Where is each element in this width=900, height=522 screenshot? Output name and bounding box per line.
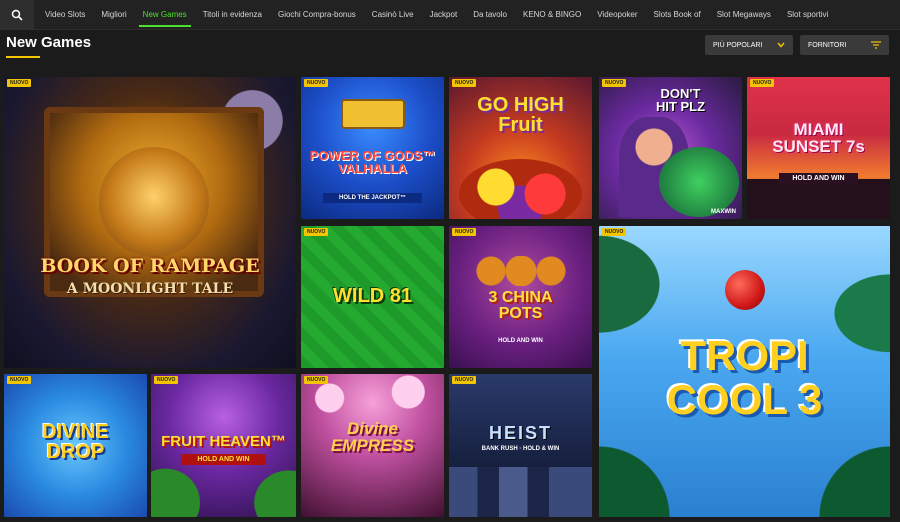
nav-item-slot-megaways[interactable]: Slot Megaways (709, 0, 779, 30)
leaves-art (659, 147, 739, 217)
city-art (449, 467, 592, 517)
new-badge: NUOVO (7, 79, 32, 87)
apple-art (725, 270, 765, 310)
new-badge: NUOVO (602, 228, 627, 236)
game-title: POWER OF GODS™ VALHALLA (309, 148, 436, 176)
new-badge: NUOVO (750, 79, 775, 87)
bull-head (99, 147, 209, 257)
nav-item-slot-sportivi[interactable]: Slot sportivi (779, 0, 836, 30)
game-tile-3-china-pots[interactable]: NUOVO 3 CHINA POTS HOLD AND WIN (449, 226, 592, 368)
game-tile-heist-bank-rush[interactable]: NUOVO HEIST BANK RUSH · HOLD & WIN (449, 374, 592, 517)
game-tile-divine-empress[interactable]: NUOVO Divine EMPRESS (301, 374, 444, 517)
new-badge: NUOVO (602, 79, 627, 87)
chevron-down-icon (777, 42, 785, 48)
game-subtitle: HOLD AND WIN (498, 338, 543, 344)
game-tile-dont-hit-plz[interactable]: NUOVO DON'T HIT PLZ MAXWIN (599, 77, 742, 219)
nav-item-video-slots[interactable]: Video Slots (34, 0, 93, 30)
page-title: New Games (6, 34, 92, 51)
filter-icon (871, 41, 881, 49)
new-badge: NUOVO (304, 376, 329, 384)
providers-filter-button[interactable]: FORNITORI (800, 35, 889, 55)
title-underline (6, 56, 40, 58)
sort-dropdown-label: PIÙ POPOLARI (713, 41, 763, 49)
game-title: GO HIGH Fruit (477, 94, 564, 136)
new-badge: NUOVO (452, 79, 477, 87)
game-tile-wild-81[interactable]: NUOVO WILD 81 (301, 226, 444, 368)
pots-art (471, 256, 571, 286)
game-subtitle: HOLD THE JACKPOT™ (323, 193, 422, 203)
game-tile-divine-drop[interactable]: NUOVO DIVINE DROP (4, 374, 147, 517)
game-title: FRUIT HEAVEN™ (161, 433, 286, 450)
new-badge: NUOVO (7, 376, 32, 384)
game-tile-miami-sunset-7s[interactable]: NUOVO MIAMI SUNSET 7s HOLD AND WIN (747, 77, 890, 219)
category-nav: Video Slots Migliori New Games Titoli in… (0, 0, 900, 30)
nav-item-slots-book-of[interactable]: Slots Book of (646, 0, 709, 30)
game-tile-fruit-heaven[interactable]: NUOVO FRUIT HEAVEN™ HOLD AND WIN (151, 374, 296, 517)
sort-dropdown[interactable]: PIÙ POPOLARI (705, 35, 793, 55)
nav-item-casino-live[interactable]: Casinò Live (364, 0, 422, 30)
hammer-art (341, 99, 405, 129)
game-title: 3 CHINA POTS (488, 289, 553, 322)
game-title: BOOK OF RAMPAGE (40, 255, 260, 277)
game-tile-power-of-gods-valhalla[interactable]: NUOVO POWER OF GODS™ VALHALLA HOLD THE J… (301, 77, 444, 219)
game-title: DIVINE DROP (42, 421, 109, 463)
game-title: Divine EMPRESS (330, 419, 415, 455)
provider-logo: MAXWIN (711, 209, 736, 215)
palm-art (747, 179, 890, 219)
game-tile-go-high-fruit[interactable]: NUOVO GO HIGH Fruit (449, 77, 592, 219)
game-title: DON'T HIT PLZ (655, 86, 706, 114)
game-title: WILD 81 (333, 285, 412, 307)
nav-item-migliori[interactable]: Migliori (93, 0, 134, 30)
game-title: TROPI COOL 3 (666, 332, 823, 424)
search-icon (11, 9, 23, 21)
game-subtitle: HOLD AND WIN (181, 454, 266, 465)
new-badge: NUOVO (452, 376, 477, 384)
nav-item-jackpot[interactable]: Jackpot (422, 0, 466, 30)
new-badge: NUOVO (304, 228, 329, 236)
nav-item-keno-bingo[interactable]: KENO & BINGO (515, 0, 589, 30)
providers-filter-label: FORNITORI (808, 41, 847, 49)
nav-item-titoli-in-evidenza[interactable]: Titoli in evidenza (195, 0, 270, 30)
new-badge: NUOVO (452, 228, 477, 236)
search-button[interactable] (0, 0, 34, 30)
nav-item-giochi-compra-bonus[interactable]: Giochi Compra-bonus (270, 0, 364, 30)
game-subtitle: BANK RUSH · HOLD & WIN (481, 446, 560, 452)
game-tile-book-of-rampage[interactable]: NUOVO BOOK OF RAMPAGE A MOONLIGHT TALE (4, 77, 296, 368)
new-badge: NUOVO (304, 79, 329, 87)
game-title: HEIST (488, 423, 552, 443)
game-tile-tropi-cool-3[interactable]: NUOVO TROPI COOL 3 (599, 226, 890, 517)
nav-item-videopoker[interactable]: Videopoker (589, 0, 645, 30)
game-title: MIAMI SUNSET 7s (772, 120, 865, 156)
nav-item-new-games[interactable]: New Games (135, 0, 195, 30)
nav-item-da-tavolo[interactable]: Da tavolo (465, 0, 515, 30)
new-badge: NUOVO (154, 376, 179, 384)
game-subtitle: HOLD AND WIN (779, 173, 858, 184)
game-subtitle: A MOONLIGHT TALE (66, 281, 234, 297)
